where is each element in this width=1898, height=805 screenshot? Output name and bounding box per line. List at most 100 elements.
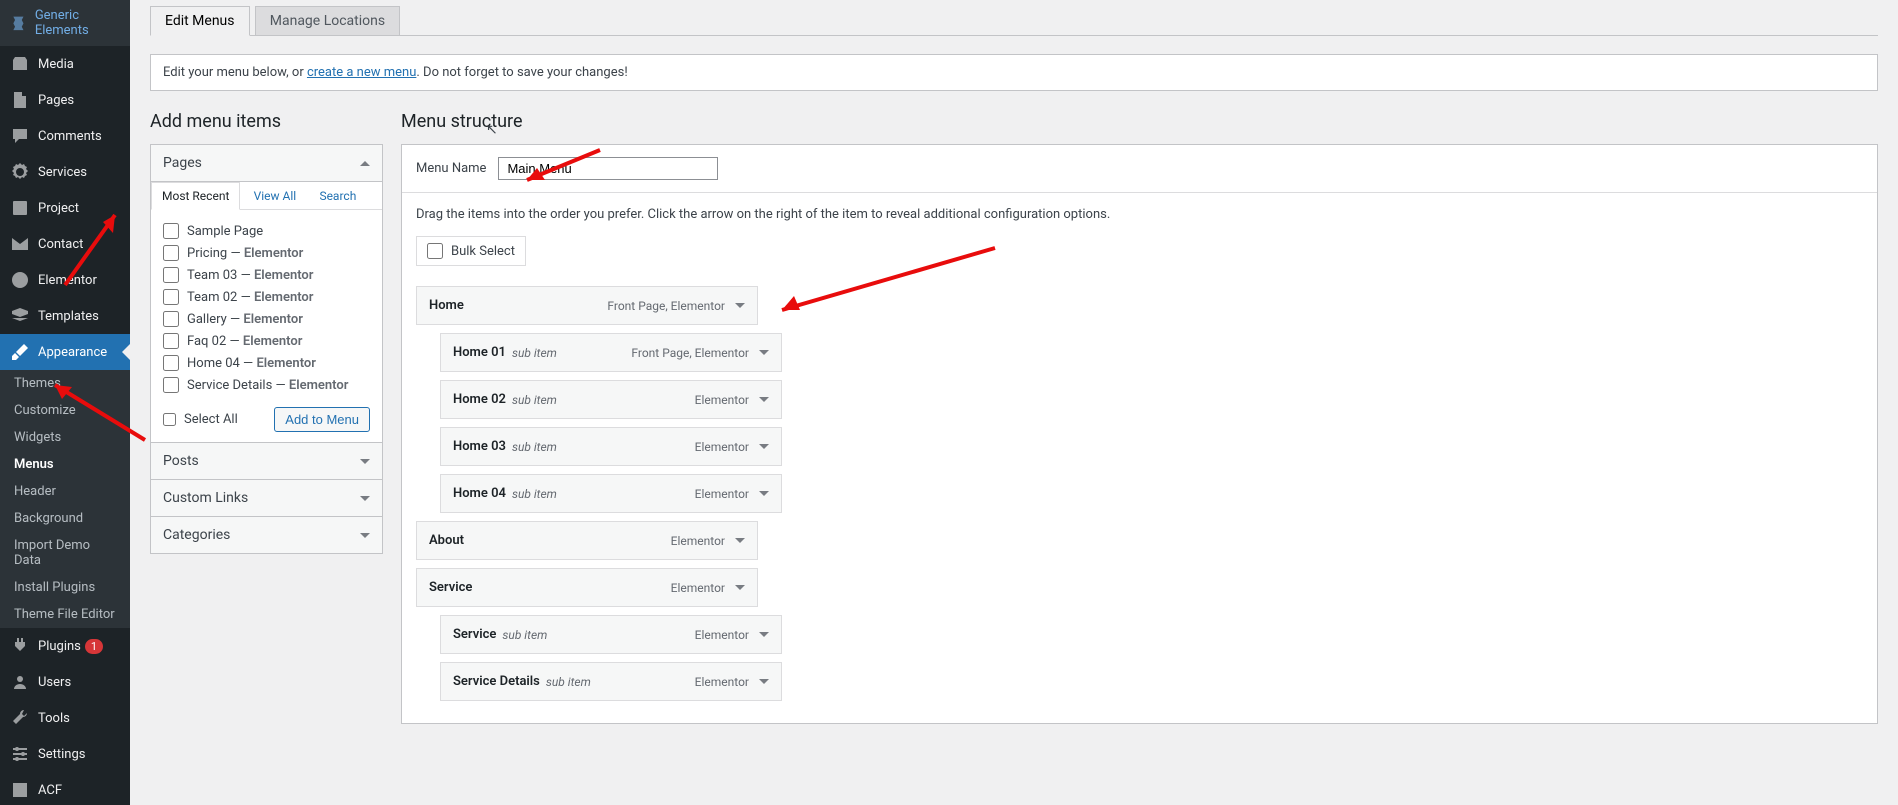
page-checkbox[interactable] xyxy=(163,311,179,327)
submenu-header[interactable]: Header xyxy=(0,478,130,505)
submenu-themes[interactable]: Themes xyxy=(0,370,130,397)
sidebar-item-contact[interactable]: Contact xyxy=(0,226,130,262)
menu-form: Menu Name Drag the items into the order … xyxy=(401,144,1878,724)
sidebar-label: Contact xyxy=(38,237,83,252)
add-to-menu-button[interactable]: Add to Menu xyxy=(274,407,370,432)
page-suffix: Elementor xyxy=(256,356,316,371)
create-menu-link[interactable]: create a new menu xyxy=(307,65,416,80)
menu-item-meta: Elementor xyxy=(695,487,749,501)
menu-item[interactable]: Home 04 sub item Elementor xyxy=(440,474,782,513)
subtab-recent[interactable]: Most Recent xyxy=(151,182,240,210)
submenu-import-demo[interactable]: Import Demo Data xyxy=(0,532,130,574)
page-list-item[interactable]: Sample Page xyxy=(163,220,366,242)
pages-list[interactable]: Sample PagePricing — Elementor Team 03 — … xyxy=(163,220,370,395)
page-checkbox[interactable] xyxy=(163,245,179,261)
chevron-down-icon[interactable] xyxy=(759,491,769,496)
edit-notice: Edit your menu below, or create a new me… xyxy=(150,54,1878,91)
chevron-down-icon[interactable] xyxy=(759,679,769,684)
menu-item[interactable]: Servicesub itemElementor xyxy=(440,615,782,654)
submenu-customize[interactable]: Customize xyxy=(0,397,130,424)
chevron-down-icon[interactable] xyxy=(735,538,745,543)
accordion-pages-header[interactable]: Pages xyxy=(151,145,382,182)
page-suffix: Elementor xyxy=(289,378,349,393)
page-checkbox[interactable] xyxy=(163,333,179,349)
sub-item-label: sub item xyxy=(546,675,591,689)
subtab-search[interactable]: Search xyxy=(309,183,366,209)
bulk-select-checkbox[interactable] xyxy=(427,243,443,259)
menu-item[interactable]: Home 02sub itemElementor xyxy=(440,380,782,419)
submenu-install-plugins[interactable]: Install Plugins xyxy=(0,574,130,601)
tab-manage-locations[interactable]: Manage Locations xyxy=(255,6,400,35)
menu-item[interactable]: Service Detailssub itemElementor xyxy=(440,662,782,701)
accordion-posts-header[interactable]: Posts xyxy=(151,443,382,479)
menu-item-title: Home 01 xyxy=(453,345,506,360)
chevron-down-icon[interactable] xyxy=(759,632,769,637)
page-title: Team 03 — Elementor xyxy=(187,268,313,283)
sidebar-item-tools[interactable]: Tools xyxy=(0,700,130,736)
sidebar-item-plugins[interactable]: Plugins1 xyxy=(0,628,130,664)
submenu-theme-editor[interactable]: Theme File Editor xyxy=(0,601,130,628)
menu-item-title: Home 04 xyxy=(453,486,506,501)
bulk-select-row[interactable]: Bulk Select xyxy=(416,236,526,266)
menu-item[interactable]: Home 03sub itemElementor xyxy=(440,427,782,466)
pages-icon xyxy=(10,90,30,110)
page-checkbox[interactable] xyxy=(163,267,179,283)
page-suffix: Elementor xyxy=(254,268,314,283)
menu-item[interactable]: HomeFront Page, Elementor xyxy=(416,286,758,325)
sidebar-item-comments[interactable]: Comments xyxy=(0,118,130,154)
menu-item[interactable]: AboutElementor xyxy=(416,521,758,560)
submenu-menus[interactable]: Menus xyxy=(0,451,130,478)
plugins-badge: 1 xyxy=(85,639,103,654)
sidebar-item-project[interactable]: Project xyxy=(0,190,130,226)
sidebar-item-users[interactable]: Users xyxy=(0,664,130,700)
menu-item[interactable]: Home 01sub itemFront Page, Elementor xyxy=(440,333,782,372)
admin-sidebar: Generic Elements Media Pages Comments Se… xyxy=(0,0,130,805)
sidebar-item-appearance[interactable]: Appearance xyxy=(0,334,130,370)
page-list-item[interactable]: Service Details — Elementor xyxy=(163,374,366,395)
select-all-checkbox[interactable] xyxy=(163,413,176,426)
page-checkbox[interactable] xyxy=(163,377,179,393)
accordion-custom-header[interactable]: Custom Links xyxy=(151,480,382,516)
menu-name-input[interactable] xyxy=(498,157,718,180)
page-checkbox[interactable] xyxy=(163,223,179,239)
chevron-down-icon[interactable] xyxy=(759,444,769,449)
sidebar-item-templates[interactable]: Templates xyxy=(0,298,130,334)
page-suffix: Elementor xyxy=(244,246,304,261)
chevron-down-icon[interactable] xyxy=(735,585,745,590)
sidebar-item-elementor[interactable]: Elementor xyxy=(0,262,130,298)
subtab-viewall[interactable]: View All xyxy=(244,183,307,209)
menu-item-title: Home 03 xyxy=(453,439,506,454)
chevron-down-icon[interactable] xyxy=(735,303,745,308)
sidebar-item-services[interactable]: Services xyxy=(0,154,130,190)
page-list-item[interactable]: Faq 02 — Elementor xyxy=(163,330,366,352)
sub-item-label: sub item xyxy=(512,487,557,501)
page-list-item[interactable]: Gallery — Elementor xyxy=(163,308,366,330)
menu-item-title: Service xyxy=(453,627,496,642)
sidebar-label: Project xyxy=(38,201,79,216)
slider-icon xyxy=(10,744,30,764)
page-list-item[interactable]: Pricing — Elementor xyxy=(163,242,366,264)
page-checkbox[interactable] xyxy=(163,355,179,371)
sidebar-item-acf[interactable]: ACF xyxy=(0,772,130,805)
chevron-down-icon[interactable] xyxy=(759,397,769,402)
menu-item-meta: Elementor xyxy=(671,581,725,595)
sidebar-item-settings[interactable]: Settings xyxy=(0,736,130,772)
menu-item-meta: Elementor xyxy=(695,393,749,407)
page-list-item[interactable]: Team 02 — Elementor xyxy=(163,286,366,308)
page-list-item[interactable]: Team 03 — Elementor xyxy=(163,264,366,286)
chevron-down-icon[interactable] xyxy=(759,350,769,355)
sidebar-label: Elementor xyxy=(38,273,97,288)
submenu-background[interactable]: Background xyxy=(0,505,130,532)
submenu-widgets[interactable]: Widgets xyxy=(0,424,130,451)
menu-item[interactable]: ServiceElementor xyxy=(416,568,758,607)
sidebar-item-pages[interactable]: Pages xyxy=(0,82,130,118)
accordion-categories: Categories xyxy=(150,516,383,554)
select-all-label[interactable]: Select All xyxy=(163,412,238,427)
tab-edit-menus[interactable]: Edit Menus xyxy=(150,6,250,36)
sidebar-item-media[interactable]: Media xyxy=(0,46,130,82)
sidebar-label: Media xyxy=(38,57,74,72)
page-list-item[interactable]: Home 04 — Elementor xyxy=(163,352,366,374)
page-checkbox[interactable] xyxy=(163,289,179,305)
accordion-categories-header[interactable]: Categories xyxy=(151,517,382,553)
sidebar-item-generic-elements[interactable]: Generic Elements xyxy=(0,0,130,46)
